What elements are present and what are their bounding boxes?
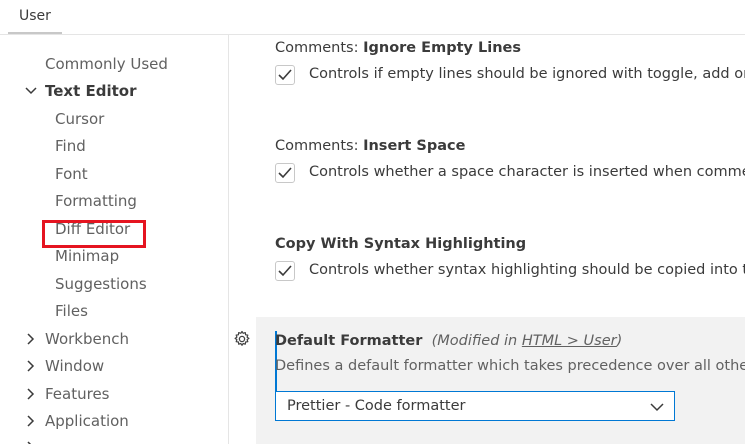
chevron-down-icon[interactable]: [24, 79, 38, 103]
toc-application[interactable]: Application: [45, 409, 129, 433]
setting-description: Controls whether syntax highlighting sho…: [309, 262, 745, 278]
chevron-down-icon: [650, 400, 664, 416]
setting-description: Controls if empty lines should be ignore…: [309, 66, 745, 82]
checkbox-insert-space[interactable]: [275, 163, 295, 183]
setting-title: Default Formatter (Modified in HTML > Us…: [275, 333, 623, 349]
setting-description: Controls whether a space character is in…: [309, 164, 745, 180]
checkbox-ignore-empty-lines[interactable]: [275, 65, 295, 85]
checkbox-copy-with-syntax-highlighting[interactable]: [275, 261, 295, 281]
toc-suggestions[interactable]: Suggestions: [55, 272, 147, 296]
chevron-right-icon[interactable]: [24, 382, 38, 406]
toc-text-editor[interactable]: Text Editor: [45, 79, 136, 103]
chevron-right-icon[interactable]: [24, 327, 38, 351]
default-formatter-select[interactable]: Prettier - Code formatter: [275, 391, 675, 421]
gear-icon[interactable]: [233, 330, 251, 348]
setting-title: Comments: Ignore Empty Lines: [275, 40, 522, 56]
select-value: Prettier - Code formatter: [287, 398, 466, 414]
settings-scope-bar: User: [0, 0, 745, 35]
toc-features[interactable]: Features: [45, 382, 110, 406]
formatting-highlight-box: [42, 220, 146, 248]
toc-find[interactable]: Find: [55, 134, 86, 158]
check-icon: [278, 167, 292, 179]
setting-title: Comments: Insert Space: [275, 138, 466, 154]
tab-user[interactable]: User: [8, 0, 62, 34]
check-icon: [278, 69, 292, 81]
check-icon: [278, 265, 292, 277]
toc-workbench[interactable]: Workbench: [45, 327, 129, 351]
chevron-right-icon[interactable]: [24, 409, 38, 433]
setting-title: Copy With Syntax Highlighting: [275, 236, 527, 252]
chevron-right-icon[interactable]: [24, 435, 38, 444]
modified-scope-link[interactable]: HTML > User: [522, 333, 617, 349]
setting-description: Defines a default formatter which takes …: [275, 358, 745, 374]
modified-indicator: (Modified in HTML > User): [431, 333, 623, 349]
toc-cursor[interactable]: Cursor: [55, 107, 104, 131]
settings-list: Comments: Ignore Empty Lines Controls if…: [229, 35, 745, 444]
toc-window[interactable]: Window: [45, 354, 104, 378]
toc-commonly-used[interactable]: Commonly Used: [45, 52, 168, 76]
toc-formatting[interactable]: Formatting: [55, 189, 137, 213]
toc-font[interactable]: Font: [55, 162, 88, 186]
toc-files[interactable]: Files: [55, 299, 88, 323]
chevron-right-icon[interactable]: [24, 354, 38, 378]
settings-toc: Commonly Used Text Editor Cursor Find Fo…: [0, 35, 229, 444]
